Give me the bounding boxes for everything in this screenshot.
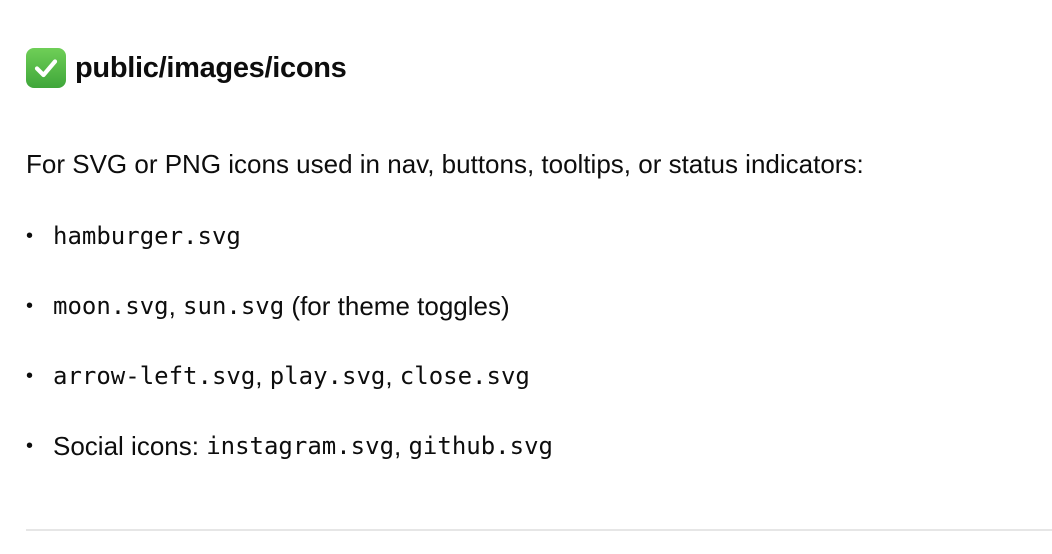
list-text: Social icons: xyxy=(53,431,207,461)
list-item: • hamburger.svg xyxy=(26,218,241,254)
heading-title: public/images/icons xyxy=(75,51,347,84)
section-divider xyxy=(26,529,1052,531)
document-page: public/images/icons For SVG or PNG icons… xyxy=(0,0,1052,554)
section-heading: public/images/icons xyxy=(26,46,347,90)
check-mark-button-icon xyxy=(26,48,66,88)
inline-code: sun.svg xyxy=(183,292,285,320)
list-text: , xyxy=(255,361,270,391)
inline-code: play.svg xyxy=(269,362,386,390)
inline-code: arrow-left.svg xyxy=(53,362,256,390)
inline-code: instagram.svg xyxy=(206,432,395,460)
bullet: • xyxy=(26,435,34,457)
bullet: • xyxy=(26,295,34,317)
list-item: • arrow-left.svg , play.svg , close.svg xyxy=(26,358,530,394)
check-mark-glyph xyxy=(34,59,58,78)
bullet: • xyxy=(26,365,34,387)
list-text: , xyxy=(168,291,184,321)
inline-code: close.svg xyxy=(399,362,530,390)
intro-paragraph: For SVG or PNG icons used in nav, button… xyxy=(26,149,864,179)
list-item: • Social icons: instagram.svg , github.s… xyxy=(26,428,553,464)
list-text: , xyxy=(394,431,409,461)
inline-code: github.svg xyxy=(408,432,553,460)
inline-code: moon.svg xyxy=(53,292,169,320)
bullet: • xyxy=(26,225,34,247)
inline-code: hamburger.svg xyxy=(53,222,241,250)
list-text: , xyxy=(385,361,400,391)
list-text: (for theme toggles) xyxy=(284,291,510,321)
list-item: • moon.svg , sun.svg (for theme toggles) xyxy=(26,288,510,324)
